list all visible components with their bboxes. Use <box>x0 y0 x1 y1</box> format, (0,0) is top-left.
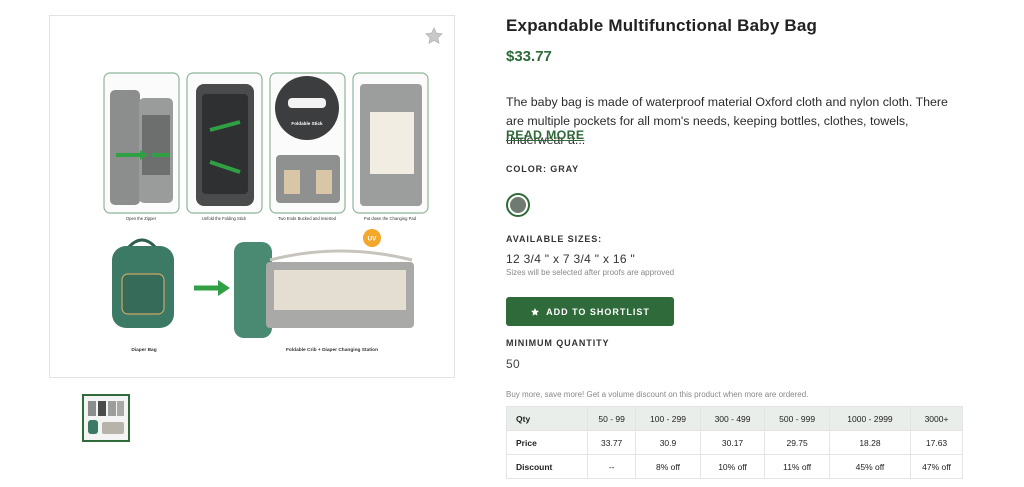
color-swatch-gray[interactable] <box>506 193 530 217</box>
row-label-discount: Discount <box>505 454 589 479</box>
header-tier: 500 - 999 <box>764 406 830 431</box>
table-cell: 8% off <box>635 454 701 479</box>
size-note: Sizes will be selected after proofs are … <box>506 268 675 277</box>
shortlist-label: ADD TO SHORTLIST <box>546 306 650 317</box>
star-icon[interactable] <box>424 26 444 46</box>
product-thumbnail[interactable] <box>82 394 130 442</box>
minimum-quantity-label: MINIMUM QUANTITY <box>506 338 610 348</box>
table-cell: 29.75 <box>764 430 830 455</box>
header-tier: 1000 - 2999 <box>828 406 912 431</box>
thumbnail-image <box>88 401 124 434</box>
table-cell: -- <box>587 454 637 479</box>
product-main-image: Open the Zipper Unfold the Folding Stick… <box>103 72 429 353</box>
product-title: Expandable Multifunctional Baby Bag <box>506 16 818 35</box>
table-cell: 47% off <box>910 454 963 479</box>
add-to-shortlist-button[interactable]: ADD TO SHORTLIST <box>506 297 674 326</box>
product-image-gallery: Open the Zipper Unfold the Folding Stick… <box>49 15 455 378</box>
table-cell: 17.63 <box>910 430 963 455</box>
table-cell: 10% off <box>699 454 766 479</box>
table-cell: 11% off <box>764 454 830 479</box>
read-more-link[interactable]: READ MORE <box>506 128 584 142</box>
row-label-price: Price <box>505 430 589 455</box>
header-qty: Qty <box>505 406 589 431</box>
table-cell: 30.17 <box>699 430 766 455</box>
table-row: Discount -- 8% off 10% off 11% off 45% o… <box>505 454 963 479</box>
table-cell: 18.28 <box>828 430 912 455</box>
uv-badge: UV <box>367 236 377 243</box>
caption-crib-station: Foldable Crib + Diaper Changing Station <box>286 347 378 353</box>
caption-diaper-bag: Diaper Bag <box>131 347 156 353</box>
callout-foldable-stick: Foldable Stick <box>291 121 323 126</box>
star-icon <box>531 307 540 316</box>
caption-unfold-stick: Unfold the Folding Stick <box>202 216 247 221</box>
table-cell: 33.77 <box>587 430 637 455</box>
volume-discount-note: Buy more, save more! Get a volume discou… <box>506 390 809 399</box>
table-cell: 45% off <box>828 454 912 479</box>
caption-changing-pad: Put down the Changing Pad <box>364 216 417 221</box>
caption-ends-inserted: Two Ends Bucked and Inserted <box>278 216 337 221</box>
caption-open-zipper: Open the Zipper <box>126 216 157 221</box>
header-tier: 300 - 499 <box>699 406 766 431</box>
volume-pricing-table: Qty 50 - 99 100 - 299 300 - 499 500 - 99… <box>505 406 963 479</box>
color-label: COLOR: GRAY <box>506 164 580 174</box>
size-value: 12 3/4 " x 7 3/4 " x 16 " <box>506 252 636 266</box>
available-sizes-label: AVAILABLE SIZES: <box>506 234 603 244</box>
table-cell: 30.9 <box>635 430 701 455</box>
header-tier: 100 - 299 <box>635 406 701 431</box>
header-tier: 3000+ <box>910 406 963 431</box>
table-header-row: Qty 50 - 99 100 - 299 300 - 499 500 - 99… <box>505 406 963 431</box>
swatch-fill <box>510 197 526 213</box>
header-tier: 50 - 99 <box>587 406 637 431</box>
minimum-quantity-value: 50 <box>506 357 520 371</box>
table-row: Price 33.77 30.9 30.17 29.75 18.28 17.63 <box>505 430 963 455</box>
product-price: $33.77 <box>506 48 552 65</box>
